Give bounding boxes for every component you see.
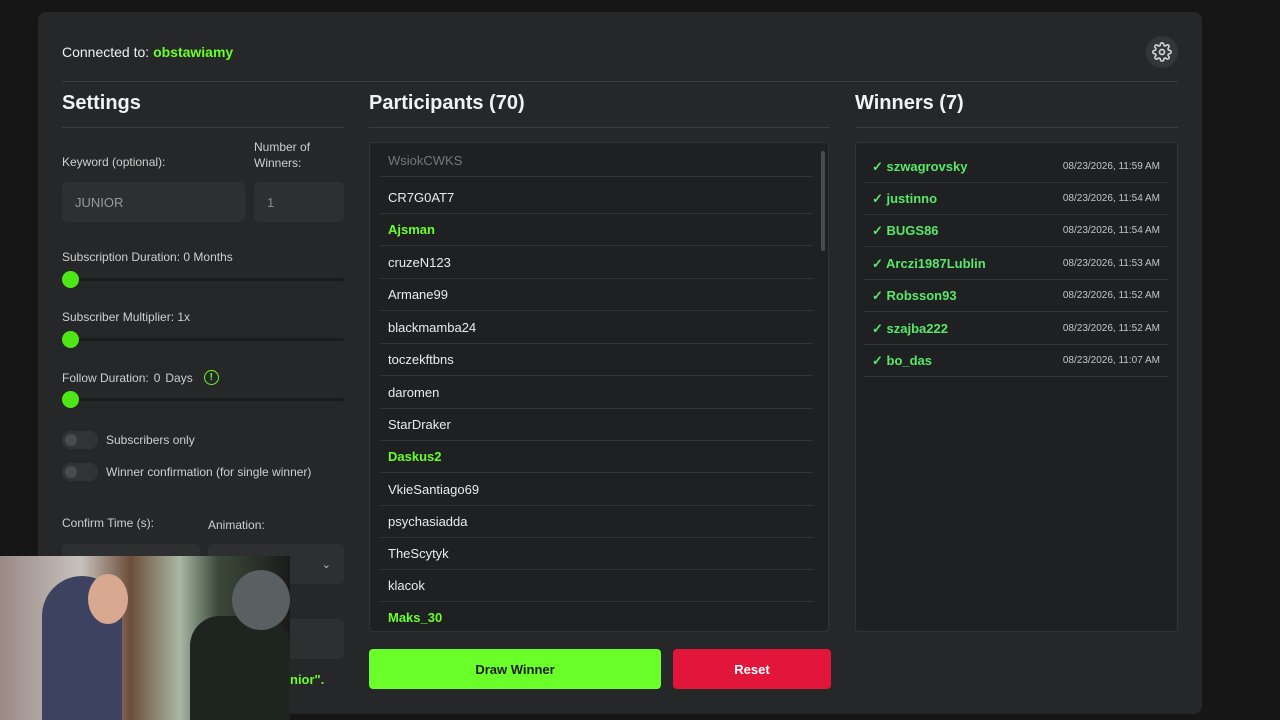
participants-scrollbar[interactable] [821,151,825,251]
channel-name: obstawiamy [153,44,234,60]
winner-date: 08/23/2026, 11:52 AM [1062,323,1160,334]
subscriber-multiplier-slider[interactable] [62,331,344,348]
keyword-label: Keyword (optional): [62,155,166,169]
toggle-dot [65,434,77,446]
connection-bar: Connected to: obstawiamy [62,32,1178,82]
winner-row: ✓ BUGS86 08/23/2026, 11:54 AM [864,215,1168,247]
confirm-time-label: Confirm Time (s): [62,516,155,530]
winner-name: ✓ justinno [872,190,938,206]
draw-winner-button[interactable]: Draw Winner [369,649,661,689]
list-item: TheScytyk [380,538,813,570]
follow-duration-value: 0 [153,370,161,385]
keyword-input[interactable]: JUNIOR [62,182,245,222]
subscriber-multiplier-label: Subscriber Multiplier: 1x [62,310,191,324]
winner-name: ✓ Robsson93 [872,287,957,303]
list-item: cruzeN123 [380,247,813,279]
streamer-head [88,574,128,624]
settings-title: Settings [62,92,344,128]
reset-button[interactable]: Reset [673,649,831,689]
list-item: WsiokCWKS [380,145,813,177]
guest-cap [232,570,290,630]
winner-row: ✓ bo_das 08/23/2026, 11:07 AM [864,345,1168,377]
winner-row: ✓ justinno 08/23/2026, 11:54 AM [864,183,1168,215]
gear-icon [1152,42,1172,62]
winner-date: 08/23/2026, 11:07 AM [1062,355,1160,366]
follow-duration-slider[interactable] [62,391,344,408]
winners-count-label: Number of Winners: [254,140,311,170]
slider-knob[interactable] [62,391,79,408]
follow-duration-label: Follow Duration: 0 Days ! [62,370,219,385]
list-item: blackmamba24 [380,312,813,344]
follow-duration-unit: Days [165,370,193,385]
subscription-duration-label: Subscription Duration: 0 Months [62,250,233,264]
follow-duration-text: Follow Duration: [62,370,149,385]
winner-confirmation-label: Winner confirmation (for single winner) [106,465,312,479]
slider-knob[interactable] [62,271,79,288]
list-item: CR7G0AT7 [380,182,813,214]
keyword-hint-fragment: nior". [290,672,325,687]
winner-date: 08/23/2026, 11:52 AM [1062,290,1160,301]
connection-status: Connected to: obstawiamy [62,44,233,60]
animation-label: Animation: [208,518,265,532]
list-item: StarDraker [380,409,813,441]
winner-date: 08/23/2026, 11:54 AM [1062,225,1160,236]
winners-title: Winners (7) [855,92,1178,128]
list-item: Maks_30 [380,602,813,631]
connected-label: Connected to: [62,44,150,60]
winner-date: 08/23/2026, 11:54 AM [1062,193,1160,204]
list-item: daromen [380,377,813,409]
winners-count-input[interactable]: 1 [254,182,344,222]
winner-name: ✓ Arczi1987Lublin [872,255,986,271]
subscribers-only-label: Subscribers only [106,433,195,447]
list-item: toczekftbns [380,344,813,376]
winner-date: 08/23/2026, 11:59 AM [1062,161,1160,172]
settings-gear-button[interactable] [1146,36,1178,68]
webcam-overlay [0,556,290,720]
participants-list: WsiokCWKS CR7G0AT7 Ajsman cruzeN123 Arma… [369,142,829,632]
list-item: klacok [380,570,813,602]
guest-figure [190,616,290,720]
list-item: psychasiadda [380,506,813,538]
list-item: VkieSantiago69 [380,474,813,506]
winner-name: ✓ BUGS86 [872,222,939,238]
winner-row: ✓ Robsson93 08/23/2026, 11:52 AM [864,280,1168,312]
winner-confirmation-toggle[interactable] [62,463,98,481]
participants-title: Participants (70) [369,92,830,128]
chevron-down-icon: ⌄ [321,558,331,571]
winner-row: ✓ Arczi1987Lublin 08/23/2026, 11:53 AM [864,248,1168,280]
subscribers-only-toggle[interactable] [62,431,98,449]
winner-date: 08/23/2026, 11:53 AM [1062,258,1160,269]
subscription-duration-slider[interactable] [62,271,344,288]
slider-knob[interactable] [62,331,79,348]
list-item: Ajsman [380,214,813,246]
info-circle-icon[interactable]: ! [203,370,219,385]
toggle-dot [65,466,77,478]
list-item: Armane99 [380,279,813,311]
list-item: Daskus2 [380,441,813,473]
winner-name: ✓ bo_das [872,352,933,368]
winner-row: ✓ szwagrovsky 08/23/2026, 11:59 AM [864,151,1168,183]
winner-name: ✓ szwagrovsky [872,158,968,174]
winner-row: ✓ szajba222 08/23/2026, 11:52 AM [864,313,1168,345]
winner-name: ✓ szajba222 [872,320,948,336]
winners-list: ✓ szwagrovsky 08/23/2026, 11:59 AM ✓ just… [855,142,1178,632]
